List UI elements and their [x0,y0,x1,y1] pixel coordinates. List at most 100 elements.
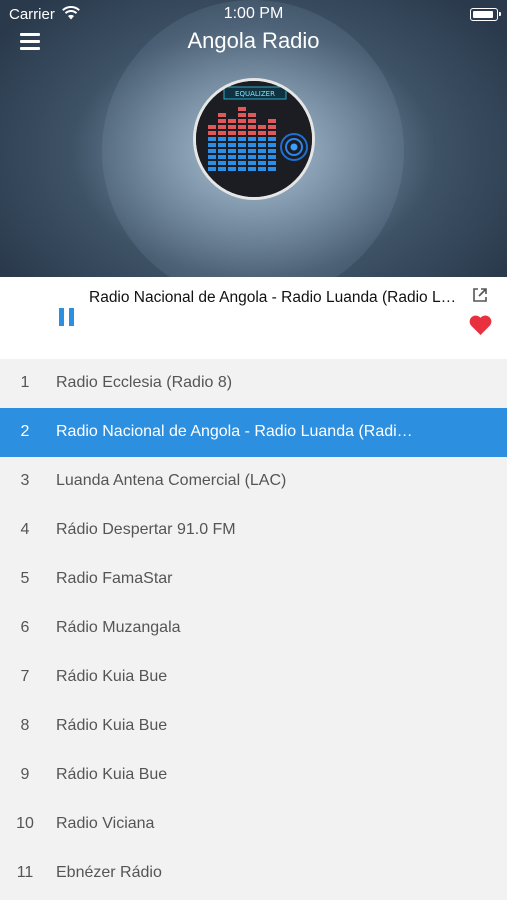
eq-segment [218,119,226,123]
eq-segment [218,155,226,159]
station-row[interactable]: 8 Rádio Kuia Bue [0,702,507,751]
eq-segment [228,119,236,123]
station-row[interactable]: 10 Radio Viciana [0,800,507,849]
station-row[interactable]: 1 Radio Ecclesia (Radio 8) [0,359,507,408]
now-playing-title: Radio Nacional de Angola - Radio Luanda … [89,289,457,306]
eq-segment [248,143,256,147]
eq-segment [208,125,216,129]
station-row[interactable]: 2 Radio Nacional de Angola - Radio Luanda… [0,408,507,457]
eq-segment [208,161,216,165]
eq-segment [248,149,256,153]
eq-segment [258,161,266,165]
eq-segment [248,131,256,135]
station-number: 6 [20,619,30,636]
eq-segment [268,149,276,153]
eq-segment [208,149,216,153]
status-time: 1:00 PM [223,5,284,22]
eq-segment [218,167,226,171]
station-name: Radio Viciana [56,815,155,832]
station-name: Radio FamaStar [56,570,173,587]
eq-segment [218,125,226,129]
eq-segment [268,119,276,123]
eq-segment [208,155,216,159]
eq-segment [228,167,236,171]
station-name: Rádio Kuia Bue [56,668,168,685]
station-artwork: EQUALIZER [193,78,315,200]
eq-segment [268,167,276,171]
station-number: 4 [20,521,30,538]
station-list: 1 Radio Ecclesia (Radio 8) 2 Radio Nacional… [0,359,507,898]
eq-segment [218,113,226,117]
eq-segment [258,155,266,159]
station-name: Rádio Muzangala [56,619,181,636]
eq-segment [228,137,236,141]
eq-segment [218,161,226,165]
eq-segment [218,137,226,141]
eq-segment [268,131,276,135]
artwork-label: EQUALIZER [235,90,275,98]
station-name: Radio Ecclesia (Radio 8) [56,374,233,391]
eq-segment [248,113,256,117]
eq-segment [258,143,266,147]
eq-segment [248,155,256,159]
heart-icon[interactable] [468,314,493,336]
eq-segment [208,137,216,141]
station-name: Rádio Kuia Bue [56,766,168,783]
eq-segment [218,143,226,147]
station-row[interactable]: 6 Rádio Muzangala [0,604,507,653]
station-number: 1 [20,374,30,391]
eq-segment [228,149,236,153]
eq-segment [268,143,276,147]
eq-segment [238,131,246,135]
station-name: Rádio Despertar 91.0 FM [56,521,236,538]
station-name: Radio Nacional de Angola - Radio Luanda … [56,423,416,440]
eq-segment [258,137,266,141]
eq-segment [238,125,246,129]
station-number: 8 [20,717,30,734]
eq-segment [258,131,266,135]
eq-segment [208,143,216,147]
pause-icon[interactable] [59,308,75,326]
station-name: Ebnézer Rádio [56,864,162,881]
station-number: 7 [20,668,30,685]
eq-segment [228,143,236,147]
eq-segment [218,131,226,135]
station-number: 3 [20,472,30,489]
eq-segment [238,161,246,165]
eq-segment [208,131,216,135]
now-playing-bar: Radio Nacional de Angola - Radio Luanda … [0,277,507,359]
eq-segment [248,119,256,123]
battery-icon [470,8,501,21]
eq-segment [238,167,246,171]
eq-segment [258,125,266,129]
eq-segment [248,167,256,171]
eq-segment [248,125,256,129]
eq-segment [248,137,256,141]
eq-segment [268,161,276,165]
station-row[interactable]: 5 Radio FamaStar [0,555,507,604]
eq-segment [228,125,236,129]
station-row[interactable]: 7 Rádio Kuia Bue [0,653,507,702]
eq-segment [228,131,236,135]
station-number: 9 [20,766,30,783]
eq-segment [208,167,216,171]
eq-segment [258,149,266,153]
station-row[interactable]: 9 Rádio Kuia Bue [0,751,507,800]
eq-segment [268,137,276,141]
status-bar: Carrier 1:00 PM [0,0,507,28]
eq-segment [238,137,246,141]
eq-segment [228,161,236,165]
station-number: 5 [20,570,30,587]
eq-segment [238,113,246,117]
eq-segment [238,149,246,153]
station-row[interactable]: 3 Luanda Antena Comercial (LAC) [0,457,507,506]
eq-segment [228,155,236,159]
station-row[interactable]: 11 Ebnézer Rádio [0,849,507,898]
eq-segment [268,125,276,129]
eq-segment [258,167,266,171]
eq-segment [268,155,276,159]
eq-segment [238,107,246,111]
share-icon[interactable] [472,287,488,303]
station-row[interactable]: 4 Rádio Despertar 91.0 FM [0,506,507,555]
eq-segment [238,119,246,123]
